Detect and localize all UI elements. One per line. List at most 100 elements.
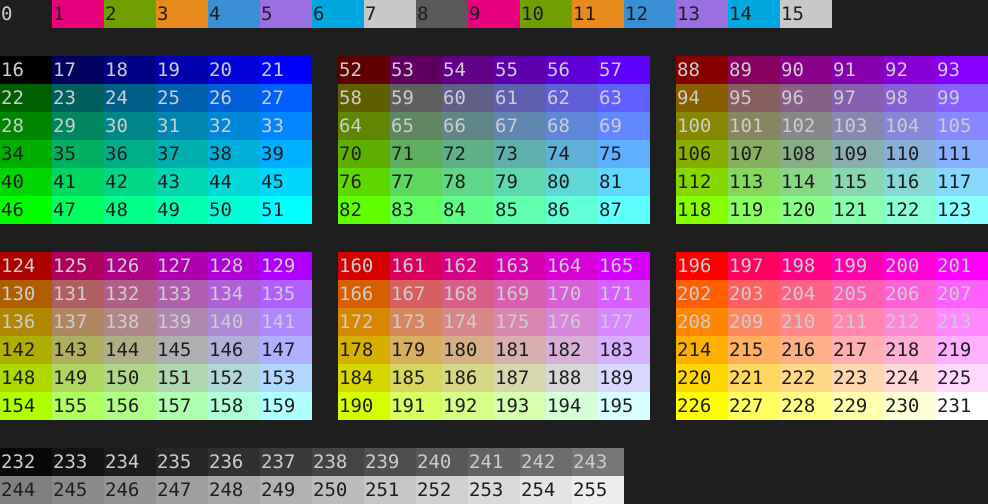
cube-color-swatch: 33 <box>260 112 312 140</box>
cube-color-swatch: 221 <box>728 364 780 392</box>
cube-color-swatch: 210 <box>780 308 832 336</box>
cube-color-swatch: 97 <box>832 84 884 112</box>
cube-color-swatch: 136 <box>0 308 52 336</box>
cube-color-swatch: 205 <box>832 280 884 308</box>
cube-color-swatch: 27 <box>260 84 312 112</box>
cube-color-swatch: 91 <box>832 56 884 84</box>
cube-color-swatch: 45 <box>260 168 312 196</box>
cube-color-swatch: 167 <box>390 280 442 308</box>
cube-color-swatch: 169 <box>494 280 546 308</box>
cube-color-swatch: 220 <box>676 364 728 392</box>
cube-color-swatch: 193 <box>494 392 546 420</box>
cube-color-swatch: 22 <box>0 84 52 112</box>
cube-color-swatch: 132 <box>104 280 156 308</box>
cube-color-swatch: 202 <box>676 280 728 308</box>
cube-color-swatch: 151 <box>156 364 208 392</box>
basic-color-swatch: 11 <box>572 0 624 28</box>
cube-color-swatch: 96 <box>780 84 832 112</box>
cube-color-swatch: 58 <box>338 84 390 112</box>
cube-color-swatch: 183 <box>598 336 650 364</box>
cube-color-swatch: 141 <box>260 308 312 336</box>
cube-color-swatch: 47 <box>52 196 104 224</box>
cube-color-swatch: 177 <box>598 308 650 336</box>
cube-color-swatch: 69 <box>598 112 650 140</box>
cube-color-swatch: 79 <box>494 168 546 196</box>
cube-color-swatch: 67 <box>494 112 546 140</box>
cube-color-swatch: 162 <box>442 252 494 280</box>
cube-color-swatch: 26 <box>208 84 260 112</box>
basic-color-swatch: 1 <box>52 0 104 28</box>
cube-color-swatch: 41 <box>52 168 104 196</box>
basic-color-swatch: 2 <box>104 0 156 28</box>
cube-color-swatch: 83 <box>390 196 442 224</box>
grayscale-swatch: 239 <box>364 448 416 476</box>
cube-color-swatch: 207 <box>936 280 988 308</box>
cube-color-swatch: 98 <box>884 84 936 112</box>
cube-color-swatch: 56 <box>546 56 598 84</box>
cube-color-swatch: 102 <box>780 112 832 140</box>
cube-color-swatch: 137 <box>52 308 104 336</box>
cube-color-swatch: 149 <box>52 364 104 392</box>
cube-color-swatch: 90 <box>780 56 832 84</box>
cube-color-swatch: 145 <box>156 336 208 364</box>
cube-color-swatch: 186 <box>442 364 494 392</box>
cube-color-swatch: 225 <box>936 364 988 392</box>
grayscale-swatch: 250 <box>312 476 364 504</box>
cube-color-swatch: 115 <box>832 168 884 196</box>
grayscale-swatch: 246 <box>104 476 156 504</box>
cube-color-swatch: 66 <box>442 112 494 140</box>
cube-color-swatch: 191 <box>390 392 442 420</box>
basic-color-swatch: 4 <box>208 0 260 28</box>
cube-color-swatch: 223 <box>832 364 884 392</box>
cube-color-swatch: 171 <box>598 280 650 308</box>
cube-color-swatch: 172 <box>338 308 390 336</box>
cube-color-swatch: 23 <box>52 84 104 112</box>
cube-color-swatch: 176 <box>546 308 598 336</box>
cube-color-swatch: 93 <box>936 56 988 84</box>
cube-color-swatch: 152 <box>208 364 260 392</box>
cube-color-swatch: 114 <box>780 168 832 196</box>
grayscale-swatch: 240 <box>416 448 468 476</box>
cube-color-swatch: 128 <box>208 252 260 280</box>
cube-color-swatch: 216 <box>780 336 832 364</box>
cube-color-swatch: 196 <box>676 252 728 280</box>
cube-color-swatch: 227 <box>728 392 780 420</box>
grayscale-swatch: 243 <box>572 448 624 476</box>
basic-color-swatch: 3 <box>156 0 208 28</box>
cube-color-swatch: 200 <box>884 252 936 280</box>
cube-color-swatch: 86 <box>546 196 598 224</box>
cube-color-swatch: 211 <box>832 308 884 336</box>
cube-color-swatch: 120 <box>780 196 832 224</box>
cube-color-swatch: 16 <box>0 56 52 84</box>
cube-color-swatch: 131 <box>52 280 104 308</box>
cube-color-swatch: 34 <box>0 140 52 168</box>
cube-color-swatch: 18 <box>104 56 156 84</box>
cube-color-swatch: 138 <box>104 308 156 336</box>
cube-color-swatch: 217 <box>832 336 884 364</box>
grayscale-swatch: 233 <box>52 448 104 476</box>
cube-color-swatch: 50 <box>208 196 260 224</box>
cube-color-swatch: 75 <box>598 140 650 168</box>
cube-color-swatch: 156 <box>104 392 156 420</box>
cube-color-swatch: 125 <box>52 252 104 280</box>
cube-color-swatch: 204 <box>780 280 832 308</box>
cube-color-swatch: 157 <box>156 392 208 420</box>
cube-color-swatch: 105 <box>936 112 988 140</box>
cube-color-swatch: 92 <box>884 56 936 84</box>
cube-color-swatch: 49 <box>156 196 208 224</box>
cube-color-swatch: 158 <box>208 392 260 420</box>
cube-color-swatch: 123 <box>936 196 988 224</box>
cube-color-swatch: 30 <box>104 112 156 140</box>
grayscale-swatch: 238 <box>312 448 364 476</box>
cube-color-swatch: 94 <box>676 84 728 112</box>
grayscale-swatch: 245 <box>52 476 104 504</box>
cube-color-swatch: 103 <box>832 112 884 140</box>
cube-color-swatch: 154 <box>0 392 52 420</box>
cube-color-swatch: 85 <box>494 196 546 224</box>
cube-color-swatch: 163 <box>494 252 546 280</box>
cube-color-swatch: 197 <box>728 252 780 280</box>
cube-color-swatch: 146 <box>208 336 260 364</box>
cube-color-swatch: 64 <box>338 112 390 140</box>
cube-color-swatch: 89 <box>728 56 780 84</box>
cube-color-swatch: 190 <box>338 392 390 420</box>
